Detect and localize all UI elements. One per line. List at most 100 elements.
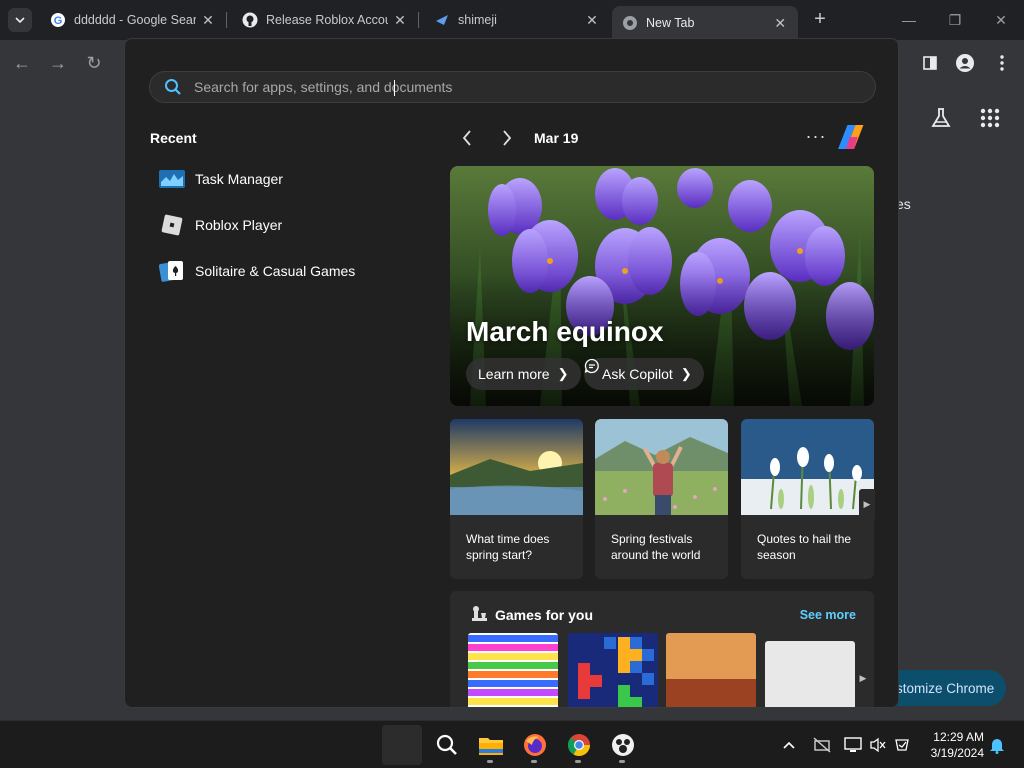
chrome-icon xyxy=(622,15,638,31)
game-tile-orange[interactable] xyxy=(666,633,756,707)
tab-divider xyxy=(226,12,227,28)
start-search-box[interactable] xyxy=(149,71,876,103)
google-icon: G xyxy=(50,12,66,28)
next-arrow-icon[interactable] xyxy=(494,125,520,151)
running-indicator xyxy=(531,760,537,763)
search-icon xyxy=(164,78,182,96)
tab-github-release[interactable]: Release Roblox Accour ✕ xyxy=(232,6,418,34)
running-indicator xyxy=(575,760,581,763)
chrome-taskbar-icon[interactable] xyxy=(559,725,599,765)
news-card-spring-festivals[interactable]: Spring festivals around the world xyxy=(595,419,728,579)
chevron-right-icon: ❯ xyxy=(557,366,569,381)
new-tab-button[interactable]: + xyxy=(808,8,832,32)
games-title: Games for you xyxy=(495,607,594,623)
tab-new-tab[interactable]: New Tab ✕ xyxy=(612,6,798,40)
news-card-quotes[interactable]: Quotes to hail the season xyxy=(741,419,874,579)
recent-item-label: Roblox Player xyxy=(195,217,283,233)
display-icon[interactable] xyxy=(843,735,863,755)
more-options-icon[interactable]: ··· xyxy=(803,125,829,151)
hero-title: March equinox xyxy=(466,316,664,347)
close-icon[interactable]: ✕ xyxy=(392,12,408,29)
firefox-icon[interactable] xyxy=(515,725,555,765)
task-manager-icon xyxy=(159,166,185,192)
news-card-caption: Quotes to hail the season xyxy=(757,532,852,562)
tab-title: shimeji xyxy=(458,13,497,27)
game-tile-white[interactable] xyxy=(765,641,855,707)
tab-title: Release Roblox Accour xyxy=(266,13,388,27)
show-hidden-icons-icon[interactable] xyxy=(779,735,799,755)
recent-item-label: Solitaire & Casual Games xyxy=(195,263,356,279)
side-panel-icon[interactable] xyxy=(918,51,942,75)
see-more-link[interactable]: See more xyxy=(800,608,856,622)
tab-title: dddddd - Google Sear xyxy=(74,13,196,27)
chevron-right-icon: ❯ xyxy=(680,366,692,381)
learn-more-label: Learn more xyxy=(478,366,550,382)
tab-strip: G dddddd - Google Sear ✕ Release Roblox … xyxy=(0,0,1024,40)
battery-icon[interactable] xyxy=(892,735,912,755)
game-tile-blocks[interactable] xyxy=(568,633,658,707)
volume-muted-icon[interactable] xyxy=(868,735,888,755)
close-icon[interactable]: ✕ xyxy=(200,12,216,29)
news-card-spring-start[interactable]: What time does spring start? xyxy=(450,419,583,579)
news-card-caption: Spring festivals around the world xyxy=(611,532,701,562)
ask-copilot-button[interactable]: Ask Copilot ❯ xyxy=(584,358,704,390)
restore-icon[interactable]: ❐ xyxy=(940,8,970,32)
learn-more-button[interactable]: Learn more ❯ xyxy=(466,358,581,390)
svg-text:G: G xyxy=(54,15,63,27)
chess-pieces-icon xyxy=(470,605,488,623)
tab-search-button[interactable] xyxy=(8,8,32,32)
games-section: Games for you See more ▶ xyxy=(450,591,874,707)
system-clock[interactable]: 12:29 AM 3/19/2024 xyxy=(920,729,984,761)
profile-icon[interactable] xyxy=(953,51,977,75)
shimeji-taskbar-icon[interactable] xyxy=(603,725,643,765)
hero-card[interactable]: March equinox Learn more ❯ Ask Copilot ❯ xyxy=(450,166,874,406)
windows-logo-icon xyxy=(391,734,413,756)
game-tile-color-stripes[interactable] xyxy=(468,633,558,707)
tab-title: New Tab xyxy=(646,16,695,30)
tab-divider xyxy=(418,12,419,28)
minimize-icon[interactable]: — xyxy=(894,8,924,32)
reload-icon[interactable]: ↻ xyxy=(82,51,106,75)
sunset-lake-image xyxy=(450,419,583,515)
apps-grid-icon[interactable] xyxy=(980,108,1000,133)
start-button[interactable] xyxy=(382,725,422,765)
start-search-input[interactable] xyxy=(194,79,794,95)
meadow-person-image xyxy=(595,419,728,515)
ask-copilot-label: Ask Copilot xyxy=(602,366,673,382)
widget-date: Mar 19 xyxy=(534,130,579,146)
taskbar: 12:29 AM 3/19/2024 xyxy=(0,720,1024,768)
solitaire-icon xyxy=(159,258,185,284)
clock-time: 12:29 AM xyxy=(933,730,984,744)
notification-bell-icon[interactable] xyxy=(987,735,1007,755)
labs-flask-icon[interactable] xyxy=(929,106,953,135)
tab-google-search[interactable]: G dddddd - Google Sear ✕ xyxy=(40,6,226,34)
customize-chrome-label: stomize Chrome xyxy=(896,680,995,696)
tab-shimeji[interactable]: shimeji ✕ xyxy=(424,6,610,34)
roblox-icon xyxy=(159,212,185,238)
forward-icon[interactable]: → xyxy=(46,51,70,75)
running-indicator xyxy=(487,760,493,763)
menu-kebab-icon[interactable] xyxy=(990,51,1014,75)
shimeji-icon xyxy=(434,12,450,28)
previous-arrow-icon[interactable] xyxy=(454,125,480,151)
recent-item-label: Task Manager xyxy=(195,171,283,187)
recent-item-roblox-player[interactable]: Roblox Player xyxy=(159,207,419,243)
text-cursor xyxy=(394,80,395,96)
close-icon[interactable]: ✕ xyxy=(584,12,600,29)
recent-heading: Recent xyxy=(150,130,197,146)
start-menu: Recent Task Manager Roblox Player Solita… xyxy=(124,38,899,708)
back-icon[interactable]: ← xyxy=(10,51,34,75)
copilot-icon[interactable] xyxy=(838,121,870,153)
close-window-icon[interactable]: ✕ xyxy=(986,8,1016,32)
taskbar-search-icon[interactable] xyxy=(427,725,467,765)
recent-item-solitaire[interactable]: Solitaire & Casual Games xyxy=(159,253,419,289)
file-explorer-icon[interactable] xyxy=(471,725,511,765)
recent-item-task-manager[interactable]: Task Manager xyxy=(159,161,419,197)
cards-next-arrow-icon[interactable]: ▶ xyxy=(859,489,875,519)
games-next-arrow-icon[interactable]: ▶ xyxy=(855,663,871,693)
github-icon xyxy=(242,12,258,28)
clock-date: 3/19/2024 xyxy=(930,746,984,760)
running-indicator xyxy=(619,760,625,763)
close-icon[interactable]: ✕ xyxy=(772,15,788,32)
network-disconnected-icon[interactable] xyxy=(812,735,832,755)
